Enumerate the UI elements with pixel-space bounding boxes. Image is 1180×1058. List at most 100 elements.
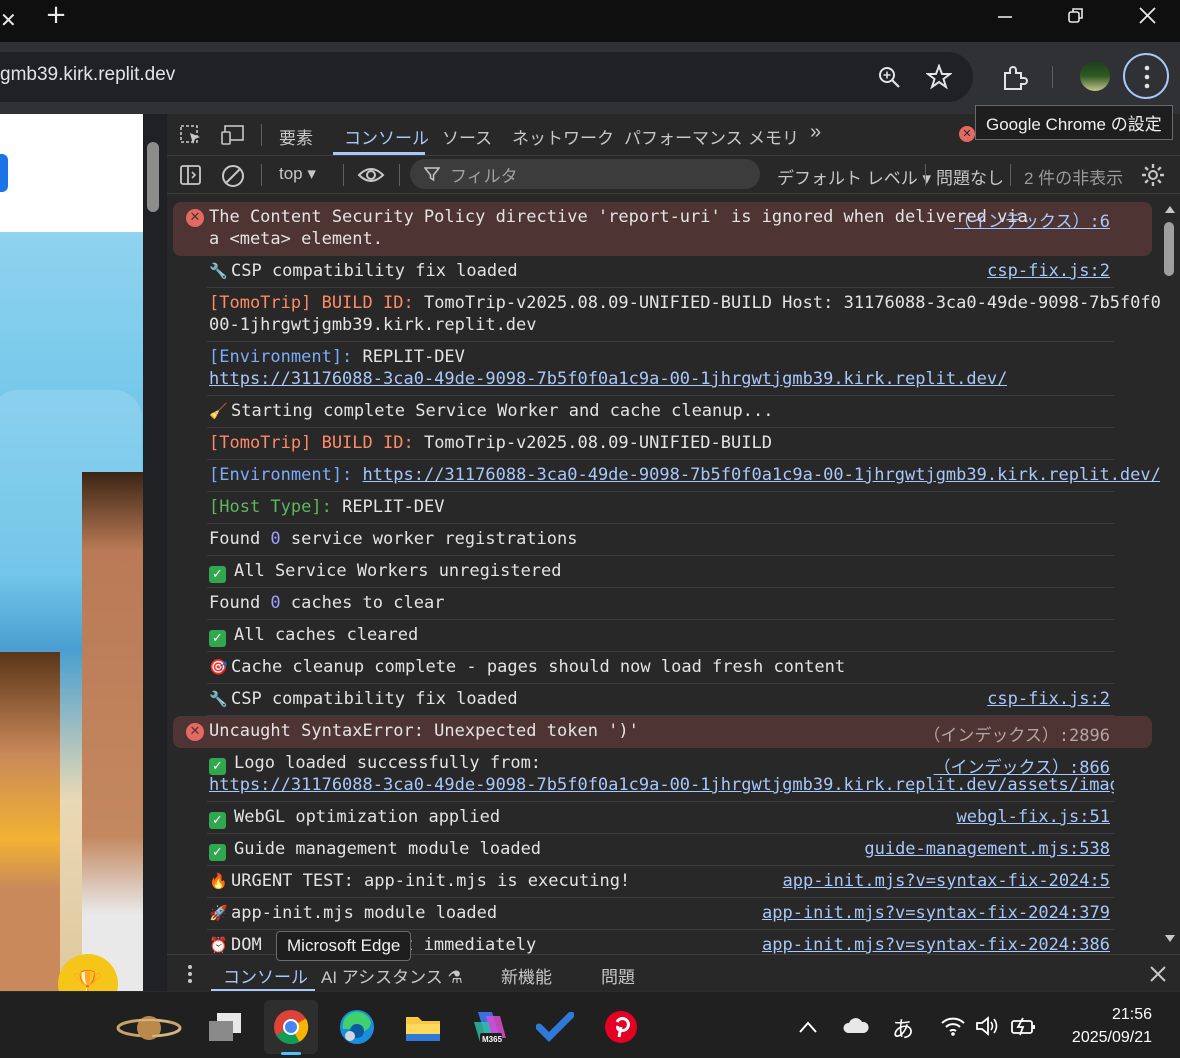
console-log-row[interactable]: 🧹 Starting complete Service Worker and ca… bbox=[167, 396, 1162, 428]
console-log-row[interactable]: ✓ Guide management module loaded guide-man… bbox=[167, 834, 1162, 866]
log-levels-dropdown[interactable]: デフォルト レベル ▾ bbox=[777, 164, 931, 189]
drawer-tab-console[interactable]: コンソール bbox=[223, 963, 308, 988]
console-log-row[interactable]: ✓ Logo loaded successfully from: https://3… bbox=[167, 748, 1162, 802]
source-location-link[interactable]: webgl-fix.js:51 bbox=[956, 807, 1110, 827]
console-log-row[interactable]: 🔧 CSP compatibility fix loaded csp-fix.js:… bbox=[167, 256, 1162, 288]
console-error-row[interactable]: ✕ The Content Security Policy directive '… bbox=[173, 202, 1152, 256]
minimize-button[interactable] bbox=[970, 0, 1040, 30]
error-count-icon[interactable]: ✕ bbox=[959, 126, 975, 142]
clear-console-icon[interactable] bbox=[221, 164, 245, 188]
source-location-link[interactable]: app-init.mjs?v=syntax-fix-2024:5 bbox=[782, 871, 1110, 891]
onedrive-cloud-icon[interactable] bbox=[842, 1016, 870, 1036]
console-log-row[interactable]: ✓ All caches cleared bbox=[167, 620, 1162, 652]
chrome-menu-button[interactable] bbox=[1123, 53, 1169, 99]
console-log-row[interactable]: [Host Type]: REPLIT-DEV bbox=[167, 492, 1162, 524]
tab-elements[interactable]: 要素 bbox=[279, 124, 313, 149]
taskbar-pinterest[interactable] bbox=[594, 1000, 648, 1054]
console-log-row[interactable]: ✓ WebGL optimization applied webgl-fix.js:… bbox=[167, 802, 1162, 834]
console-log-row[interactable]: [Environment]: https://31176088-3ca0-49d… bbox=[167, 460, 1162, 492]
taskbar-m365-copilot[interactable]: M365 bbox=[462, 1000, 516, 1054]
tab-network[interactable]: ネットワーク bbox=[512, 124, 614, 149]
taskbar-edge[interactable] bbox=[330, 1000, 384, 1054]
taskbar-date[interactable]: 2025/09/21 bbox=[1072, 1029, 1152, 1047]
console-message-text: [TomoTrip] BUILD ID: TomoTrip-v2025.08.0… bbox=[209, 293, 1162, 313]
close-drawer-icon[interactable] bbox=[1149, 965, 1167, 983]
tab-memory[interactable]: メモリ bbox=[748, 124, 799, 149]
console-scrollbar[interactable] bbox=[1160, 196, 1180, 954]
source-location-link[interactable]: csp-fix.js:2 bbox=[987, 689, 1110, 709]
todo-check-icon bbox=[536, 1012, 574, 1042]
device-toolbar-icon[interactable] bbox=[221, 124, 247, 146]
check-mark-icon: ✓ bbox=[209, 812, 226, 829]
drawer-tab-ai-assistance[interactable]: AI アシスタンス ⚗ bbox=[321, 963, 463, 988]
tab-performance[interactable]: パフォーマンス bbox=[624, 124, 743, 149]
more-tabs-icon[interactable]: » bbox=[810, 121, 821, 144]
console-log-row[interactable]: 🔧 CSP compatibility fix loaded csp-fix.js:… bbox=[167, 684, 1162, 716]
context-selector[interactable]: top ▾ bbox=[279, 164, 316, 184]
wifi-icon[interactable] bbox=[940, 1016, 966, 1036]
drawer-tab-issues[interactable]: 問題 bbox=[601, 963, 635, 988]
console-log-row[interactable]: [TomoTrip] BUILD ID: TomoTrip-v2025.08.0… bbox=[167, 428, 1162, 460]
close-tab-icon[interactable]: ✕ bbox=[0, 8, 18, 32]
extensions-icon[interactable] bbox=[1001, 64, 1029, 92]
battery-charging-icon[interactable] bbox=[1010, 1016, 1038, 1036]
new-tab-button[interactable]: + bbox=[42, 2, 70, 30]
console-log-row[interactable]: Found 0 caches to clear bbox=[167, 588, 1162, 620]
windows-taskbar: M365 あ 21:56 2025/09/21 bbox=[0, 991, 1180, 1058]
page-button[interactable] bbox=[0, 154, 8, 192]
taskbar-time[interactable]: 21:56 bbox=[1112, 1006, 1152, 1024]
console-message-text: 🔥 URGENT TEST: app-init.mjs is executing! bbox=[209, 871, 630, 891]
restore-button[interactable] bbox=[1040, 0, 1110, 30]
tray-chevron-up-icon[interactable] bbox=[798, 1020, 818, 1034]
webpage-scroll-thumb[interactable] bbox=[147, 142, 159, 212]
console-messages[interactable]: ✕ The Content Security Policy directive '… bbox=[167, 196, 1162, 954]
tab-console[interactable]: コンソール bbox=[344, 124, 429, 149]
webpage-viewport[interactable]: 🏆 bbox=[0, 114, 143, 991]
ime-indicator[interactable]: あ bbox=[892, 1012, 914, 1044]
source-location-link[interactable]: guide-management.mjs:538 bbox=[864, 839, 1110, 859]
source-location-link[interactable]: （インデックス）:6 bbox=[954, 207, 1110, 232]
profile-avatar[interactable] bbox=[1080, 61, 1110, 91]
url-text[interactable]: gmb39.kirk.replit.dev bbox=[0, 64, 175, 86]
console-log-row[interactable]: 🎯 Cache cleanup complete - pages should n… bbox=[167, 652, 1162, 684]
console-settings-gear-icon[interactable] bbox=[1141, 163, 1165, 187]
zoom-icon[interactable] bbox=[878, 66, 902, 90]
inspect-element-icon[interactable] bbox=[179, 124, 203, 146]
console-log-row[interactable]: 🔥 URGENT TEST: app-init.mjs is executing!… bbox=[167, 866, 1162, 898]
source-location-link[interactable]: app-init.mjs?v=syntax-fix-2024:386 bbox=[762, 935, 1110, 954]
address-bar[interactable]: gmb39.kirk.replit.dev bbox=[0, 52, 973, 102]
source-location-link[interactable]: （インデックス）:2896 bbox=[923, 721, 1110, 746]
taskbar-todo[interactable] bbox=[528, 1000, 582, 1054]
hero-image: 🏆 bbox=[0, 232, 143, 991]
console-scroll-thumb[interactable] bbox=[1164, 222, 1174, 276]
log-url-link[interactable]: https://31176088-3ca0-49de-9098-7b5f0f0a… bbox=[209, 369, 1007, 389]
console-log-row[interactable]: [Environment]: REPLIT-DEV https://3117608… bbox=[167, 342, 1162, 396]
taskbar-widget-saturn[interactable] bbox=[108, 1000, 188, 1054]
console-error-row[interactable]: ✕ Uncaught SyntaxError: Unexpected token … bbox=[173, 716, 1152, 748]
check-mark-icon: ✓ bbox=[209, 844, 226, 861]
taskbar-task-view[interactable] bbox=[198, 1000, 252, 1054]
drawer-menu-icon[interactable] bbox=[187, 964, 193, 984]
issues-link[interactable]: 問題なし bbox=[936, 164, 1004, 189]
live-expression-eye-icon[interactable] bbox=[357, 164, 385, 186]
console-log-row[interactable]: Found 0 service worker registrations bbox=[167, 524, 1162, 556]
console-filter-input[interactable]: フィルタ bbox=[410, 159, 760, 189]
console-log-row[interactable]: [TomoTrip] BUILD ID: TomoTrip-v2025.08.0… bbox=[167, 288, 1162, 342]
source-location-link[interactable]: （インデックス）:866 bbox=[934, 753, 1110, 778]
close-window-button[interactable] bbox=[1110, 0, 1180, 30]
bookmark-star-icon[interactable] bbox=[926, 64, 952, 90]
log-url-link[interactable]: https://31176088-3ca0-49de-9098-7b5f0f0a… bbox=[209, 775, 1114, 795]
source-location-link[interactable]: app-init.mjs?v=syntax-fix-2024:379 bbox=[762, 903, 1110, 923]
tab-sources[interactable]: ソース bbox=[442, 124, 492, 149]
taskbar-chrome[interactable] bbox=[264, 1000, 318, 1055]
taskbar-file-explorer[interactable] bbox=[396, 1000, 450, 1054]
broom-icon: 🧹 bbox=[209, 402, 228, 420]
sidebar-toggle-icon[interactable] bbox=[179, 164, 203, 186]
webpage-scrollbar[interactable] bbox=[143, 114, 167, 991]
volume-icon[interactable] bbox=[975, 1016, 999, 1036]
console-log-row[interactable]: 🚀 app-init.mjs module loaded app-init.mjs?… bbox=[167, 898, 1162, 930]
log-url-link[interactable]: https://31176088-3ca0-49de-9098-7b5f0f0a… bbox=[363, 465, 1161, 485]
console-log-row[interactable]: ✓ All Service Workers unregistered bbox=[167, 556, 1162, 588]
source-location-link[interactable]: csp-fix.js:2 bbox=[987, 261, 1110, 281]
drawer-tab-whats-new[interactable]: 新機能 bbox=[501, 963, 552, 988]
